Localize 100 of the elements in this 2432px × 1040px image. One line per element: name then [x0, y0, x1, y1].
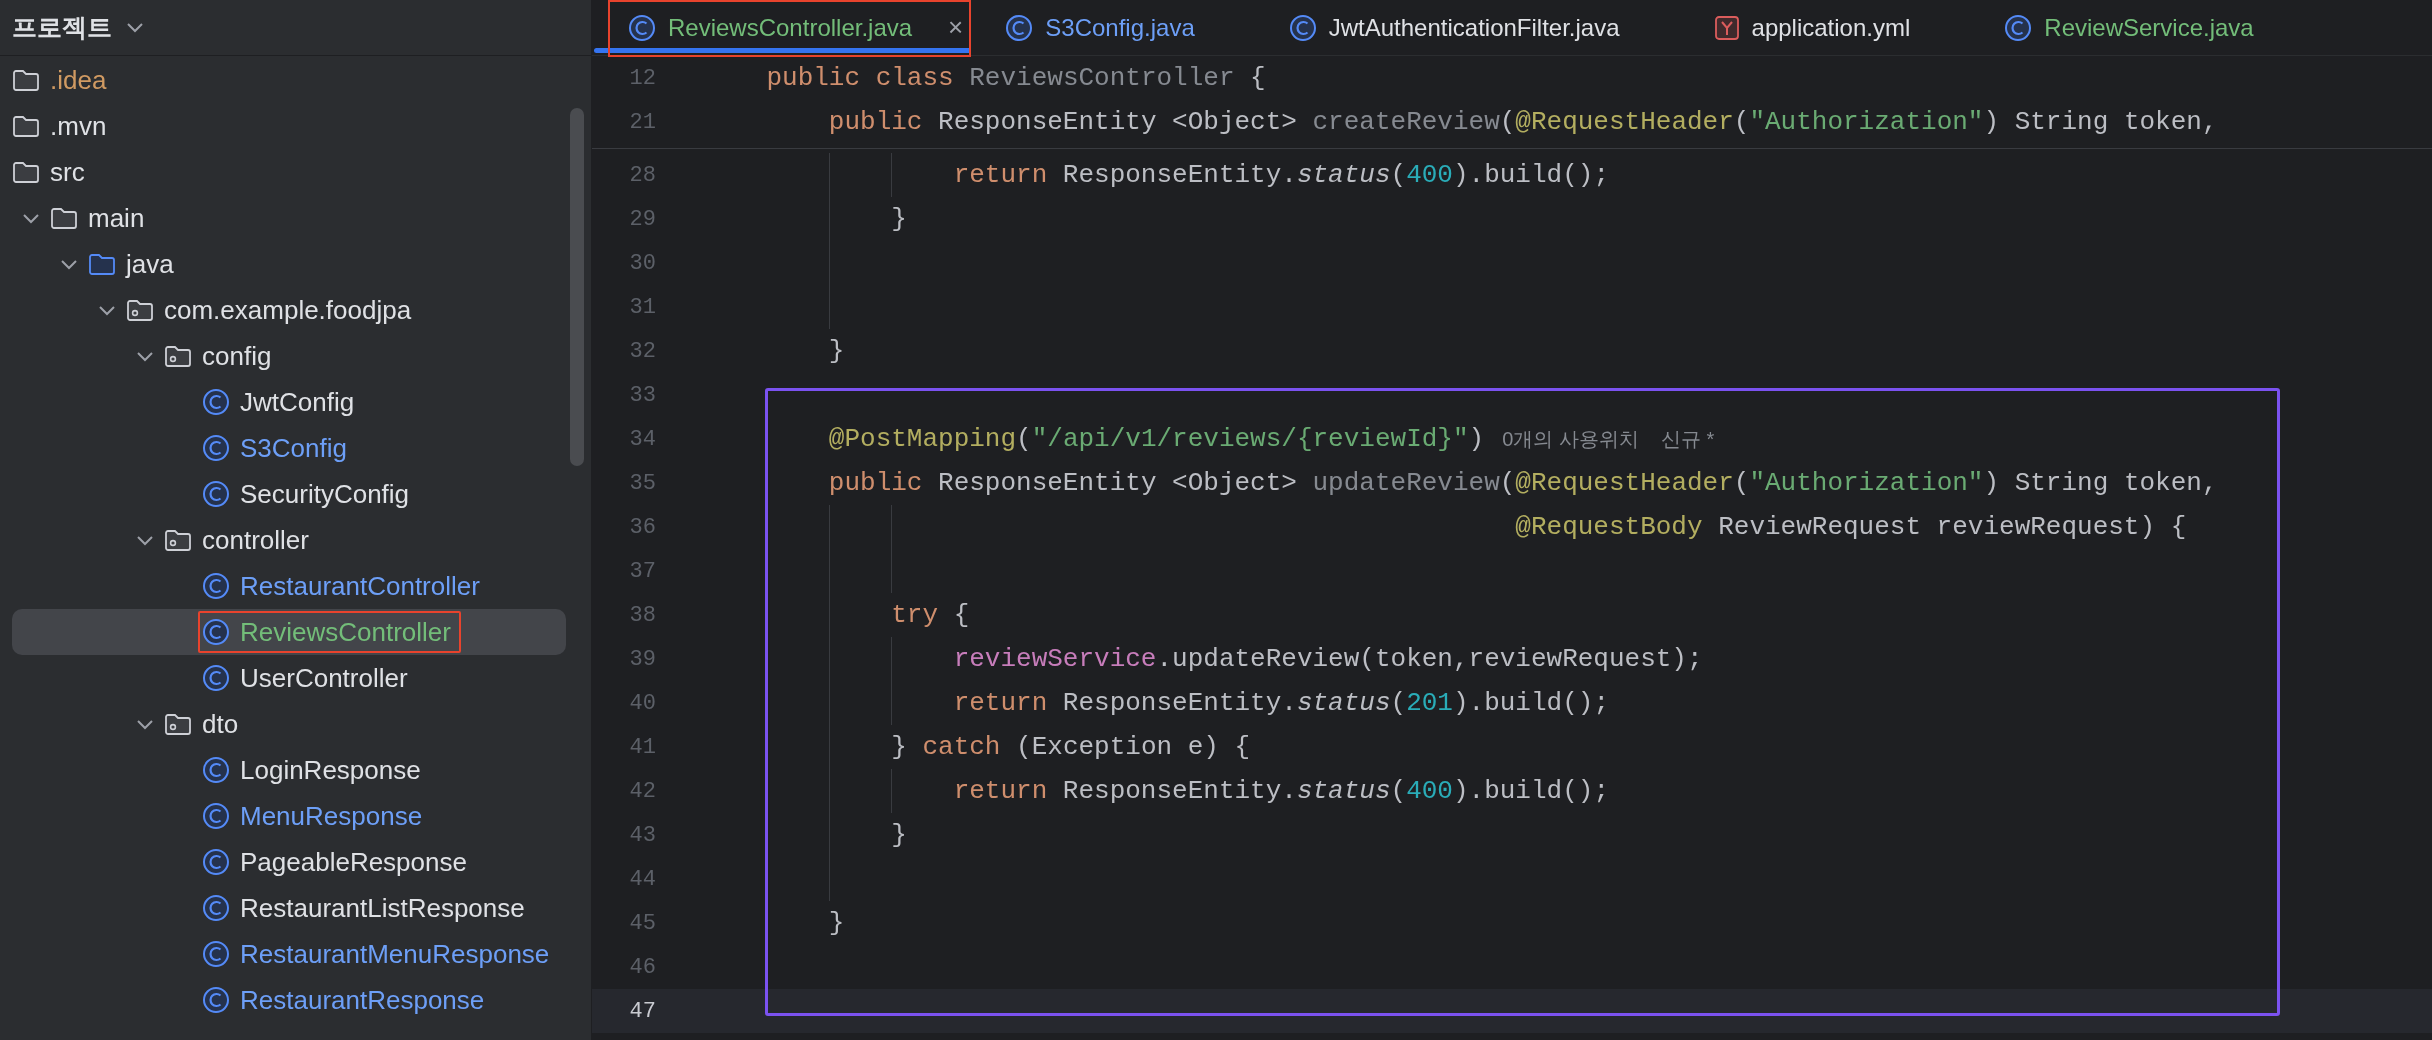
code-line: } [828, 906, 845, 940]
code-line: @RequestBody ReviewRequest reviewRequest) { [1515, 510, 2187, 544]
line-number: 21 [628, 108, 656, 137]
chevron-down-icon[interactable] [60, 257, 78, 271]
editor-tab[interactable]: JwtAuthenticationFilter.java [1254, 0, 1680, 55]
tree-item[interactable]: java [12, 241, 566, 287]
class-icon [202, 572, 230, 600]
class-icon [202, 940, 230, 968]
folder-icon [12, 114, 40, 138]
code-line: try { [891, 598, 970, 632]
tree-item[interactable]: controller [12, 517, 566, 563]
class-icon [202, 802, 230, 830]
class-icon [202, 986, 230, 1014]
code-line: } catch (Exception e) { [891, 730, 1251, 764]
chevron-down-icon[interactable] [22, 211, 40, 225]
tree-item[interactable]: RestaurantController [12, 563, 566, 609]
line-number: 47 [628, 997, 656, 1026]
line-number: 37 [628, 557, 656, 586]
tree-item[interactable]: RestaurantListResponse [12, 885, 566, 931]
class-icon [628, 13, 656, 42]
folder-icon [50, 206, 78, 230]
inlay-hint: 0개의 사용위치 [1502, 427, 1639, 452]
line-number: 38 [628, 601, 656, 630]
tree-item[interactable]: PageableResponse [12, 839, 566, 885]
line-number: 29 [628, 205, 656, 234]
line-number: 42 [628, 777, 656, 806]
tree-item[interactable]: JwtConfig [12, 379, 566, 425]
line-number: 30 [628, 249, 656, 278]
class-icon [202, 388, 230, 416]
line-number: 44 [628, 865, 656, 894]
class-icon [202, 894, 230, 922]
folder-icon [12, 160, 40, 184]
line-number: 31 [628, 293, 656, 322]
line-number: 41 [628, 733, 656, 762]
code-line: public ResponseEntity <Object> createReview(@RequestHeader("Authorization") String token, [828, 105, 2218, 139]
tree-item[interactable]: com.example.foodjpa [12, 287, 566, 333]
line-number: 34 [628, 425, 656, 454]
close-button[interactable]: × [946, 8, 966, 47]
scrollbar-thumb[interactable] [570, 108, 584, 466]
inlay-hint: 신규 * [1660, 427, 1715, 452]
tree-item[interactable]: config [12, 333, 566, 379]
tree-item[interactable]: .idea [12, 57, 566, 103]
class-icon [202, 434, 230, 462]
class-icon [202, 848, 230, 876]
tree-item[interactable]: RestaurantResponse [12, 977, 566, 1023]
code-line: return ResponseEntity.status(400).build(); [953, 774, 1609, 808]
package-folder-icon [164, 712, 192, 736]
chevron-down-icon[interactable] [126, 21, 144, 34]
line-number: 32 [628, 337, 656, 366]
line-number: 39 [628, 645, 656, 674]
chevron-down-icon[interactable] [136, 533, 154, 547]
tree-item[interactable]: S3Config [12, 425, 566, 471]
code-line: public ResponseEntity <Object> updateReview(@RequestHeader("Authorization") String token, [828, 466, 2218, 500]
class-icon [202, 618, 230, 646]
editor-tab[interactable]: ReviewsController.java × [594, 0, 972, 55]
chevron-down-icon[interactable] [136, 349, 154, 363]
tree-item[interactable]: src [12, 149, 566, 195]
class-icon [202, 480, 230, 508]
tree-item[interactable]: UserController [12, 655, 566, 701]
package-folder-icon [126, 298, 154, 322]
code-line: return ResponseEntity.status(400).build(); [953, 158, 1609, 192]
code-line: return ResponseEntity.status(201).build(); [953, 686, 1609, 720]
tree-item[interactable]: .mvn [12, 103, 566, 149]
package-folder-icon [164, 344, 192, 368]
code-line: } [891, 202, 907, 236]
editor-tab[interactable]: S3Config.java [971, 0, 1255, 55]
line-number: 36 [628, 513, 656, 542]
class-icon [2004, 13, 2033, 42]
editor-tab[interactable]: application.yml [1679, 0, 1971, 55]
editor-tab[interactable]: ReviewService.java [1970, 0, 2314, 55]
line-number: 33 [628, 381, 656, 410]
yaml-file-icon [1713, 14, 1740, 41]
tree-item[interactable]: RestaurantMenuResponse [12, 931, 566, 977]
package-folder-icon [164, 528, 192, 552]
line-number: 12 [628, 64, 656, 93]
panel-title[interactable]: 프로젝트 [12, 8, 112, 47]
folder-icon [12, 68, 40, 92]
class-icon [1005, 13, 1034, 42]
code-line: public class ReviewsController { [766, 61, 1266, 95]
line-number: 45 [628, 909, 656, 938]
line-number: 46 [628, 953, 656, 982]
class-icon [1288, 13, 1317, 42]
chevron-down-icon[interactable] [98, 303, 116, 317]
line-number: 40 [628, 689, 656, 718]
folder-icon [88, 252, 116, 276]
tree-item[interactable]: SecurityConfig [12, 471, 566, 517]
chevron-down-icon[interactable] [136, 717, 154, 731]
code-line: } [891, 818, 907, 852]
line-number: 43 [628, 821, 656, 850]
tree-item[interactable]: ReviewsController [12, 609, 566, 655]
tree-item[interactable]: main [12, 195, 566, 241]
tree-item[interactable]: dto [12, 701, 566, 747]
tree-item[interactable]: LoginResponse [12, 747, 566, 793]
class-icon [202, 664, 230, 692]
code-line: } [828, 334, 845, 368]
line-number: 28 [628, 161, 656, 190]
tree-item[interactable]: MenuResponse [12, 793, 566, 839]
line-number: 35 [628, 469, 656, 498]
class-icon [202, 756, 230, 784]
code-line: @PostMapping("/api/v1/reviews/{reviewId}") [828, 422, 1485, 456]
